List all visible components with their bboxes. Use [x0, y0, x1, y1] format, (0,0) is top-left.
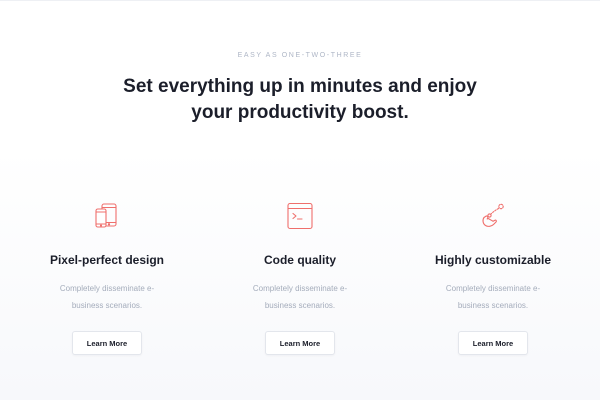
feature-description-line: business scenarios.: [71, 301, 143, 310]
feature-description: Completely disseminate e- business scena…: [37, 280, 177, 314]
learn-more-button[interactable]: Learn More: [458, 331, 528, 355]
feature-card-code-quality: Code quality Completely disseminate e- b…: [210, 200, 390, 355]
feature-title: Code quality: [263, 253, 336, 267]
devices-icon: [91, 200, 123, 232]
section-eyebrow: EASY AS ONE-TWO-THREE: [237, 52, 363, 59]
pointer-gesture-icon: [477, 200, 509, 232]
feature-title: Highly customizable: [434, 253, 552, 267]
headline-line-2: your productivity boost.: [191, 102, 409, 123]
feature-description-line: business scenarios.: [457, 301, 529, 310]
terminal-icon: [284, 200, 316, 232]
learn-more-button[interactable]: Learn More: [265, 331, 335, 355]
features-row: Pixel-perfect design Completely dissemin…: [0, 200, 600, 370]
headline-line-1: Set everything up in minutes and enjoy: [123, 76, 477, 97]
feature-description: Completely disseminate e- business scena…: [423, 280, 563, 314]
feature-description-line: Completely disseminate e-: [59, 284, 155, 293]
feature-description-line: Completely disseminate e-: [252, 284, 348, 293]
feature-description-line: business scenarios.: [264, 301, 336, 310]
feature-card-pixel-perfect: Pixel-perfect design Completely dissemin…: [17, 200, 197, 355]
feature-description-line: Completely disseminate e-: [445, 284, 541, 293]
feature-description: Completely disseminate e- business scena…: [230, 280, 370, 314]
learn-more-button[interactable]: Learn More: [72, 331, 142, 355]
section-headline: Set everything up in minutes and enjoy y…: [0, 74, 600, 126]
feature-card-customizable: Highly customizable Completely dissemina…: [403, 200, 583, 355]
feature-title: Pixel-perfect design: [49, 253, 165, 267]
top-divider: [0, 0, 600, 1]
